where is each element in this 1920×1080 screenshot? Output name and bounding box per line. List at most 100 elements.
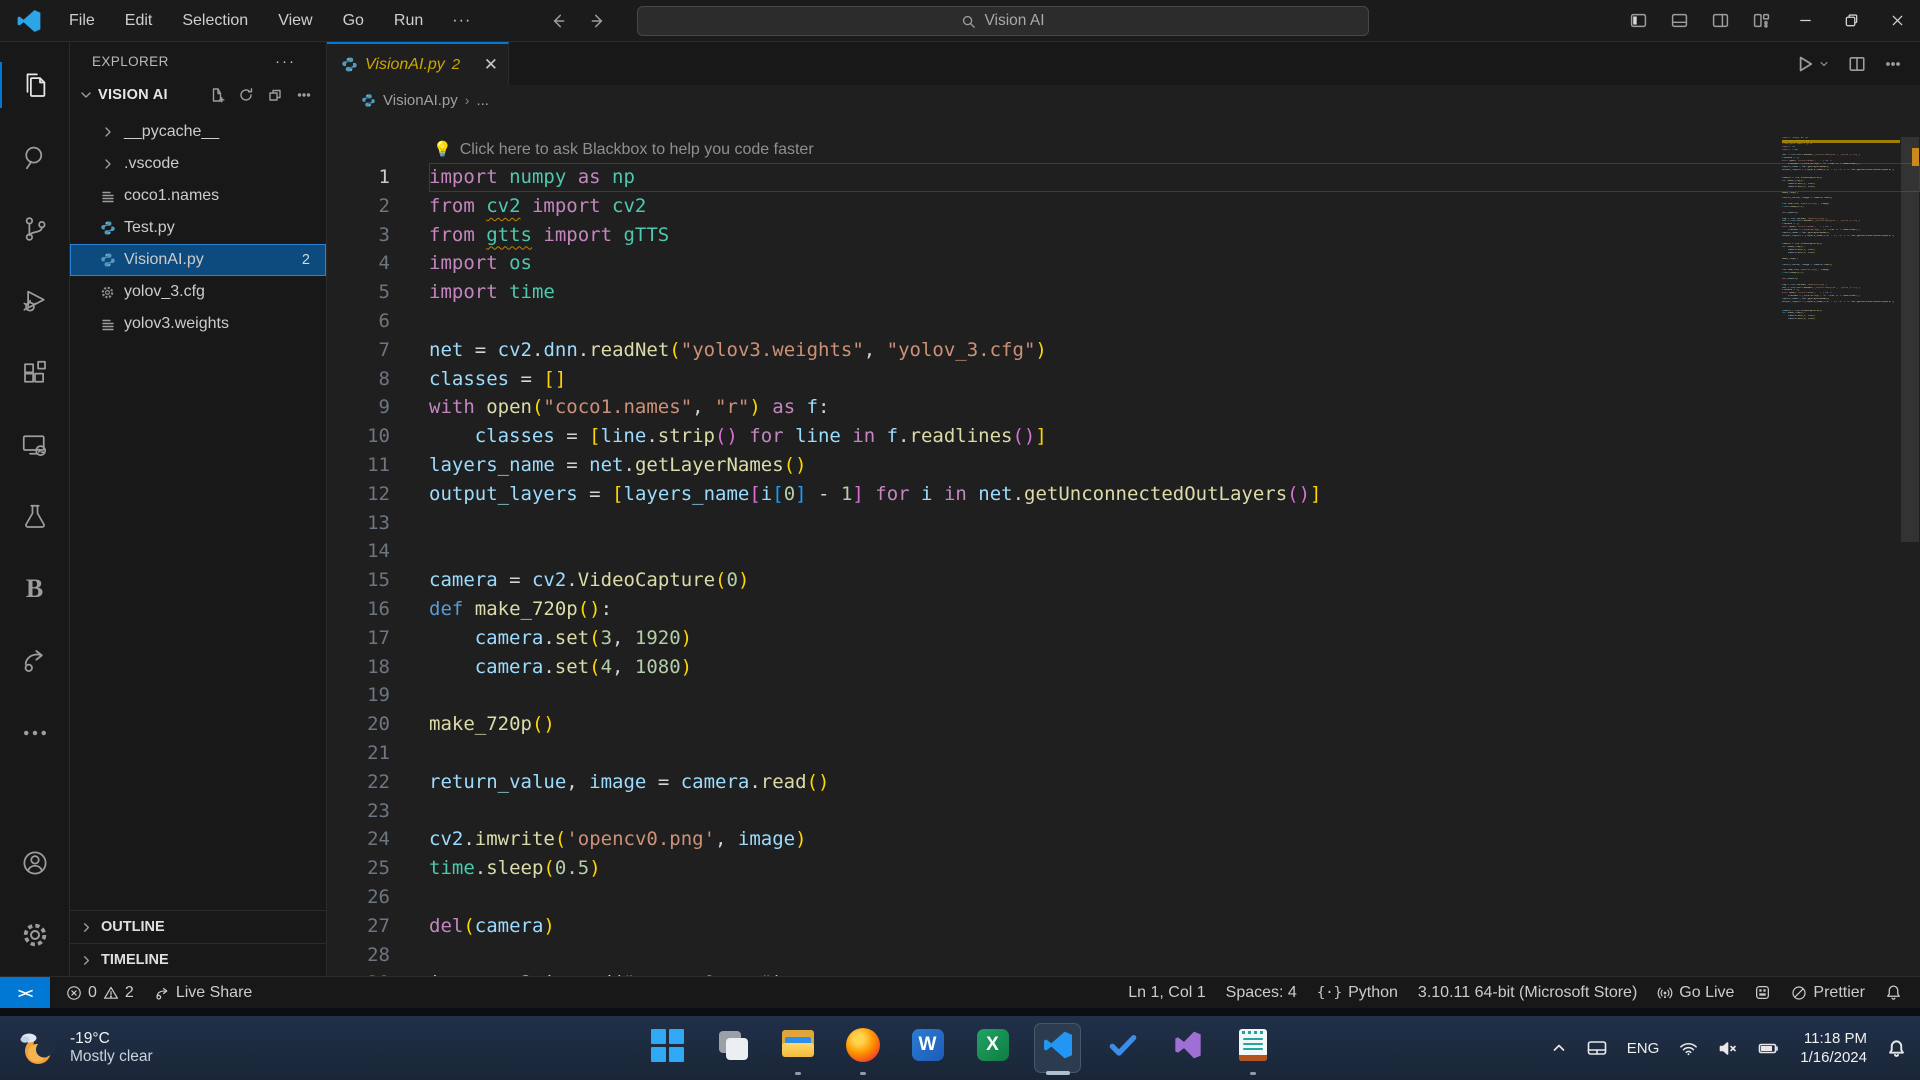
breadcrumb-file[interactable]: VisionAI.py <box>383 92 458 109</box>
clock[interactable]: 11:18 PM 1/16/2024 <box>1800 1029 1867 1068</box>
workspace-section-header[interactable]: VISION AI <box>70 80 326 110</box>
go-live-button[interactable]: Go Live <box>1647 984 1744 1002</box>
activity-extensions[interactable] <box>0 342 70 404</box>
cursor-position[interactable]: Ln 1, Col 1 <box>1118 984 1215 1002</box>
activity-blackbox[interactable]: B <box>0 558 70 620</box>
toggle-panel-icon[interactable] <box>1659 0 1700 41</box>
scrollbar-slider[interactable] <box>1901 137 1919 542</box>
activity-run-debug[interactable] <box>0 270 70 332</box>
breadcrumb-more[interactable]: ... <box>476 92 489 109</box>
word-button[interactable]: W <box>904 1023 951 1073</box>
tab-close-icon[interactable]: ✕ <box>484 56 498 73</box>
start-button[interactable] <box>644 1023 691 1073</box>
visual-studio-button[interactable] <box>1164 1023 1211 1073</box>
file-row-yolov_3.cfg[interactable]: yolov_3.cfg <box>70 276 326 308</box>
code-line-18[interactable]: 18camera.set(4, 1080) <box>327 653 1920 682</box>
menu-overflow[interactable]: ··· <box>440 7 483 35</box>
activity-remote-explorer[interactable] <box>0 414 70 476</box>
code-line-2[interactable]: 2from cv2 import cv2 <box>327 192 1920 221</box>
folder-row-.vscode[interactable]: .vscode <box>70 148 326 180</box>
code-line-27[interactable]: 27del(camera) <box>327 912 1920 941</box>
vertical-scrollbar[interactable] <box>1900 115 1920 976</box>
tray-chevron-up-icon[interactable] <box>1551 1040 1567 1056</box>
weather-widget[interactable]: -19°C Mostly clear <box>0 1026 300 1070</box>
collapse-folders-icon[interactable] <box>267 87 283 103</box>
code-line-15[interactable]: 15camera = cv2.VideoCapture(0) <box>327 566 1920 595</box>
timeline-panel-header[interactable]: TIMELINE <box>70 943 326 976</box>
code-line-11[interactable]: 11layers_name = net.getLayerNames() <box>327 451 1920 480</box>
code-line-5[interactable]: 5import time <box>327 278 1920 307</box>
tab-visionai[interactable]: VisionAI.py 2 ✕ <box>327 42 509 85</box>
menu-selection[interactable]: Selection <box>169 7 261 35</box>
code-line-3[interactable]: 3from gtts import gTTS <box>327 221 1920 250</box>
todo-button[interactable] <box>1099 1023 1146 1073</box>
close-button[interactable] <box>1874 0 1920 41</box>
extension-grid-button[interactable] <box>1744 984 1781 1001</box>
nav-back-icon[interactable] <box>549 12 567 30</box>
explorer-more[interactable]: ··· <box>275 53 296 70</box>
prettier-status[interactable]: Prettier <box>1781 984 1875 1002</box>
code-line-1[interactable]: 1import numpy as np <box>327 163 1920 192</box>
code-line-6[interactable]: 6 <box>327 307 1920 336</box>
activity-more[interactable] <box>0 702 70 764</box>
menu-file[interactable]: File <box>56 7 108 35</box>
python-interpreter[interactable]: 3.10.11 64-bit (Microsoft Store) <box>1408 984 1647 1002</box>
notification-bell-icon[interactable] <box>1887 1039 1906 1058</box>
customize-layout-icon[interactable] <box>1741 0 1782 41</box>
code-line-14[interactable]: 14 <box>327 537 1920 566</box>
menu-go[interactable]: Go <box>330 7 377 35</box>
activity-source-control[interactable] <box>0 198 70 260</box>
task-view-button[interactable] <box>709 1023 756 1073</box>
code-line-9[interactable]: 9with open("coco1.names", "r") as f: <box>327 393 1920 422</box>
language-indicator[interactable]: ENG <box>1627 1040 1660 1057</box>
new-file-icon[interactable] <box>209 87 225 103</box>
split-editor-icon[interactable] <box>1848 55 1866 73</box>
menu-run[interactable]: Run <box>381 7 436 35</box>
code-line-20[interactable]: 20make_720p() <box>327 710 1920 739</box>
code-line-21[interactable]: 21 <box>327 739 1920 768</box>
volume-muted-icon[interactable] <box>1718 1040 1738 1057</box>
menu-edit[interactable]: Edit <box>112 7 166 35</box>
live-share-status[interactable]: Live Share <box>144 984 263 1002</box>
file-row-Test.py[interactable]: Test.py <box>70 212 326 244</box>
toggle-primary-sidebar-icon[interactable] <box>1618 0 1659 41</box>
activity-explorer[interactable] <box>0 54 70 116</box>
outline-panel-header[interactable]: OUTLINE <box>70 910 326 943</box>
run-button[interactable] <box>1795 54 1830 74</box>
battery-icon[interactable] <box>1758 1040 1780 1057</box>
code-line-28[interactable]: 28 <box>327 941 1920 970</box>
notifications-button[interactable] <box>1875 984 1912 1001</box>
code-line-19[interactable]: 19 <box>327 681 1920 710</box>
code-line-29[interactable]: 29img = cv2.imread("opencv0.png") <box>327 969 1920 976</box>
code-line-17[interactable]: 17camera.set(3, 1920) <box>327 624 1920 653</box>
command-search-box[interactable]: Vision AI <box>637 6 1369 36</box>
remote-indicator[interactable]: >< <box>0 977 50 1008</box>
folder-row-__pycache__[interactable]: __pycache__ <box>70 116 326 148</box>
minimap[interactable]: import numpy as npfrom cv2 import cv2fro… <box>1782 137 1900 976</box>
file-row-VisionAI.py[interactable]: VisionAI.py2 <box>70 244 326 276</box>
code-line-25[interactable]: 25time.sleep(0.5) <box>327 854 1920 883</box>
editor-more-icon[interactable] <box>1884 55 1902 73</box>
file-explorer-button[interactable] <box>774 1023 821 1073</box>
file-row-yolov3.weights[interactable]: yolov3.weights <box>70 308 326 340</box>
blackbox-hint[interactable]: 💡 Click here to ask Blackbox to help you… <box>327 137 1920 163</box>
code-line-22[interactable]: 22return_value, image = camera.read() <box>327 768 1920 797</box>
vscode-taskbar-button[interactable] <box>1034 1023 1081 1073</box>
menu-view[interactable]: View <box>265 7 325 35</box>
restore-button[interactable] <box>1828 0 1874 41</box>
code-line-23[interactable]: 23 <box>327 797 1920 826</box>
language-mode[interactable]: {·}Python <box>1307 984 1408 1002</box>
code-line-13[interactable]: 13 <box>327 509 1920 538</box>
code-line-16[interactable]: 16def make_720p(): <box>327 595 1920 624</box>
code-line-10[interactable]: 10classes = [line.strip() for line in f.… <box>327 422 1920 451</box>
indentation-status[interactable]: Spaces: 4 <box>1216 984 1307 1002</box>
code-line-8[interactable]: 8classes = [] <box>327 365 1920 394</box>
more-actions-icon[interactable] <box>296 87 312 103</box>
wifi-icon[interactable] <box>1679 1040 1698 1057</box>
settings-button[interactable] <box>0 904 70 966</box>
nav-forward-icon[interactable] <box>589 12 607 30</box>
code-line-7[interactable]: 7net = cv2.dnn.readNet("yolov3.weights",… <box>327 336 1920 365</box>
account-button[interactable] <box>0 832 70 894</box>
code-line-26[interactable]: 26 <box>327 883 1920 912</box>
excel-button[interactable]: X <box>969 1023 1016 1073</box>
